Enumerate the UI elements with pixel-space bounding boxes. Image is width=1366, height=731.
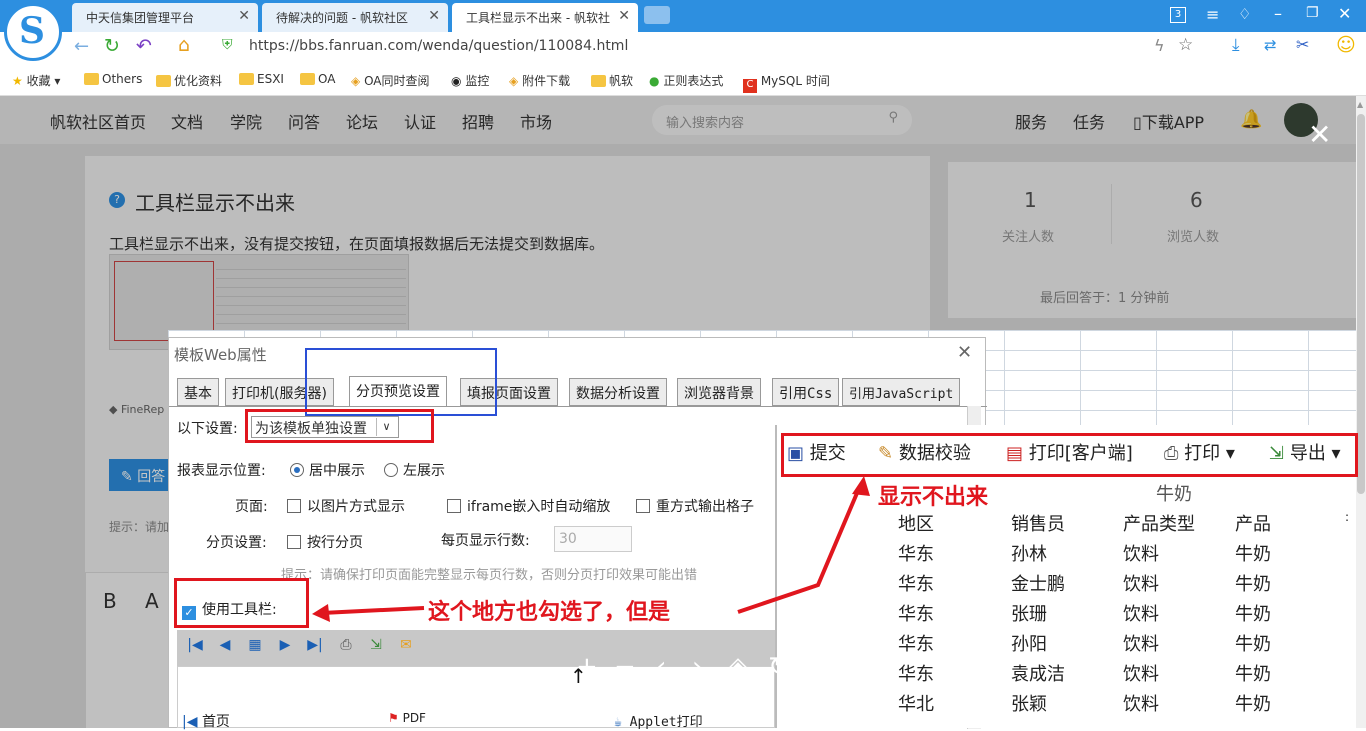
zoom-in-icon[interactable]: +: [576, 652, 598, 682]
previous-image-icon[interactable]: ‹: [656, 652, 666, 682]
annotation-arrows: [312, 476, 870, 622]
image-viewer-toolbar: ↑ + − ‹ › ◈ ↻: [570, 652, 800, 688]
next-image-icon[interactable]: ›: [692, 652, 702, 682]
rotate-icon[interactable]: ↻: [768, 652, 790, 682]
arrowhead: [852, 476, 870, 496]
arrowhead: [312, 604, 330, 622]
arrow-to-toolbar-checkbox: [321, 606, 425, 615]
browser-logo-icon[interactable]: S: [4, 3, 62, 61]
arrow-to-report-toolbar: [737, 485, 862, 614]
zoom-out-icon[interactable]: −: [614, 652, 636, 682]
fit-screen-icon[interactable]: ◈: [728, 652, 748, 682]
